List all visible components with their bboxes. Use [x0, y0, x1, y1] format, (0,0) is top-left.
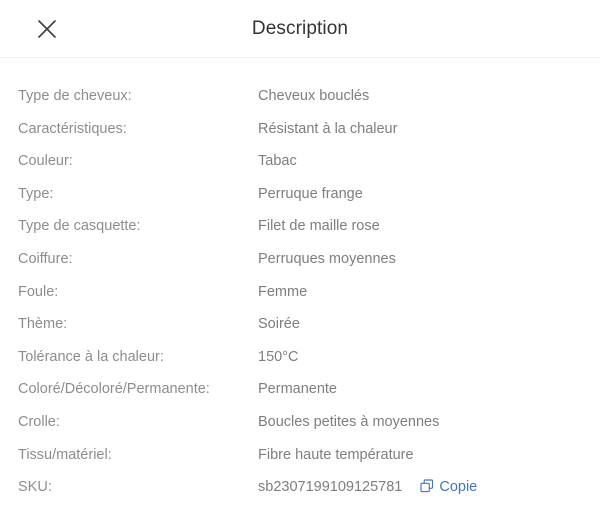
spec-value: Perruques moyennes [258, 250, 396, 267]
spec-label: Type: [18, 185, 54, 202]
modal-header: Description [0, 0, 600, 58]
table-row: Crolle: Boucles petites à moyennes [0, 406, 600, 439]
table-row: Type de cheveux: Cheveux bouclés [0, 80, 600, 113]
table-row: Tissu/matériel: Fibre haute température [0, 439, 600, 472]
page-title: Description [251, 18, 349, 39]
sku-label: SKU: [18, 479, 52, 496]
spec-value: Fibre haute température [258, 446, 414, 463]
table-row-sku: SKU: sb2307199109125781 Copie [0, 471, 600, 504]
sku-value-wrap: sb2307199109125781 Copie [258, 471, 477, 504]
spec-value: Permanente [258, 381, 337, 398]
spec-label: Coloré/Décoloré/Permanente: [18, 381, 210, 398]
table-row: Coloré/Décoloré/Permanente: Permanente [0, 373, 600, 406]
table-row: Foule: Femme [0, 276, 600, 309]
spec-value: Perruque frange [258, 185, 363, 202]
close-button[interactable] [32, 14, 62, 44]
sku-value: sb2307199109125781 [258, 479, 403, 496]
spec-value: Boucles petites à moyennes [258, 413, 440, 430]
specification-list: Type de cheveux: Cheveux bouclés Caracté… [0, 58, 600, 519]
spec-value: Résistant à la chaleur [258, 120, 398, 137]
spec-value: Femme [258, 283, 308, 300]
spec-label: Type de cheveux: [18, 88, 132, 104]
table-row: Coiffure: Perruques moyennes [0, 243, 600, 276]
spec-value: 150°C [258, 348, 299, 365]
table-row: Type: Perruque frange [0, 178, 600, 211]
copy-button-label: Copie [439, 479, 478, 496]
spec-value: Filet de maille rose [258, 218, 380, 235]
copy-sku-button[interactable]: Copie [420, 479, 477, 497]
spec-label: Type de casquette: [18, 218, 141, 235]
close-icon [36, 18, 58, 40]
spec-value: Cheveux bouclés [258, 88, 370, 104]
spec-label: Couleur: [18, 153, 73, 170]
table-row: Caractéristiques: Résistant à la chaleur [0, 113, 600, 146]
spec-label: Thème: [18, 316, 68, 333]
table-row: Tolérance à la chaleur: 150°C [0, 341, 600, 374]
copy-icon [420, 479, 434, 497]
table-row: Couleur: Tabac [0, 145, 600, 178]
description-modal: Description Type de cheveux: Cheveux bou… [0, 0, 600, 519]
spec-value: Tabac [258, 153, 297, 170]
spec-label: Crolle: [18, 413, 60, 430]
table-row: Type de casquette: Filet de maille rose [0, 210, 600, 243]
spec-value: Soirée [258, 316, 300, 333]
table-row: Thème: Soirée [0, 308, 600, 341]
spec-label: Coiffure: [18, 250, 73, 267]
spec-label: Foule: [18, 283, 59, 300]
spec-label: Caractéristiques: [18, 120, 127, 137]
spec-label: Tolérance à la chaleur: [18, 348, 164, 365]
spec-label: Tissu/matériel: [18, 446, 112, 463]
